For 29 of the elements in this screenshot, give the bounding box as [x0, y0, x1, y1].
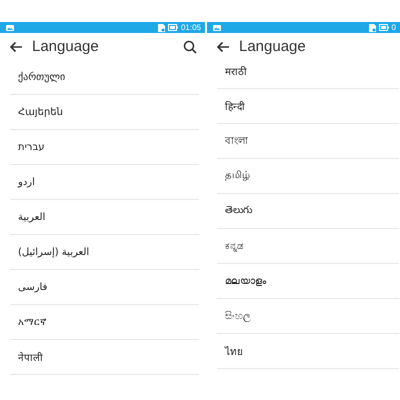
language-item[interactable]: தமிழ் [217, 159, 399, 194]
status-time: 0 [392, 22, 396, 33]
language-item[interactable]: ไทย [217, 334, 399, 369]
language-item[interactable]: አማርኛ [10, 305, 199, 340]
language-item[interactable]: తెలుగు [217, 194, 399, 229]
language-item[interactable]: עברית [10, 130, 199, 165]
language-item[interactable]: ქართული [10, 60, 199, 95]
search-icon[interactable] [183, 40, 197, 54]
status-time: 01:05 [180, 22, 201, 33]
language-item[interactable]: বাংলা [217, 124, 399, 159]
language-item[interactable]: नेपाली [10, 340, 199, 375]
language-item[interactable]: العربية (إسرائيل) [10, 235, 199, 270]
language-item[interactable]: اردو [10, 165, 199, 200]
language-item[interactable]: العربية [10, 200, 199, 235]
language-item[interactable]: ಕನ್ನಡ [217, 229, 399, 264]
battery-icon [168, 24, 178, 31]
back-arrow-icon[interactable] [216, 40, 230, 52]
back-arrow-icon[interactable] [9, 40, 23, 52]
battery-icon [378, 24, 389, 31]
language-item[interactable]: മലയാളം [217, 264, 399, 299]
image-icon [213, 24, 221, 30]
language-item[interactable]: සිංහල [217, 299, 399, 334]
screen-title: Language [32, 38, 100, 55]
language-item[interactable]: فارسی [10, 270, 199, 305]
language-item[interactable]: Հայերեն [10, 95, 199, 130]
screen-title: Language [239, 38, 307, 55]
language-item[interactable]: हिन्दी [217, 89, 399, 124]
image-icon [6, 24, 14, 30]
language-item[interactable]: मराठी [217, 54, 399, 89]
